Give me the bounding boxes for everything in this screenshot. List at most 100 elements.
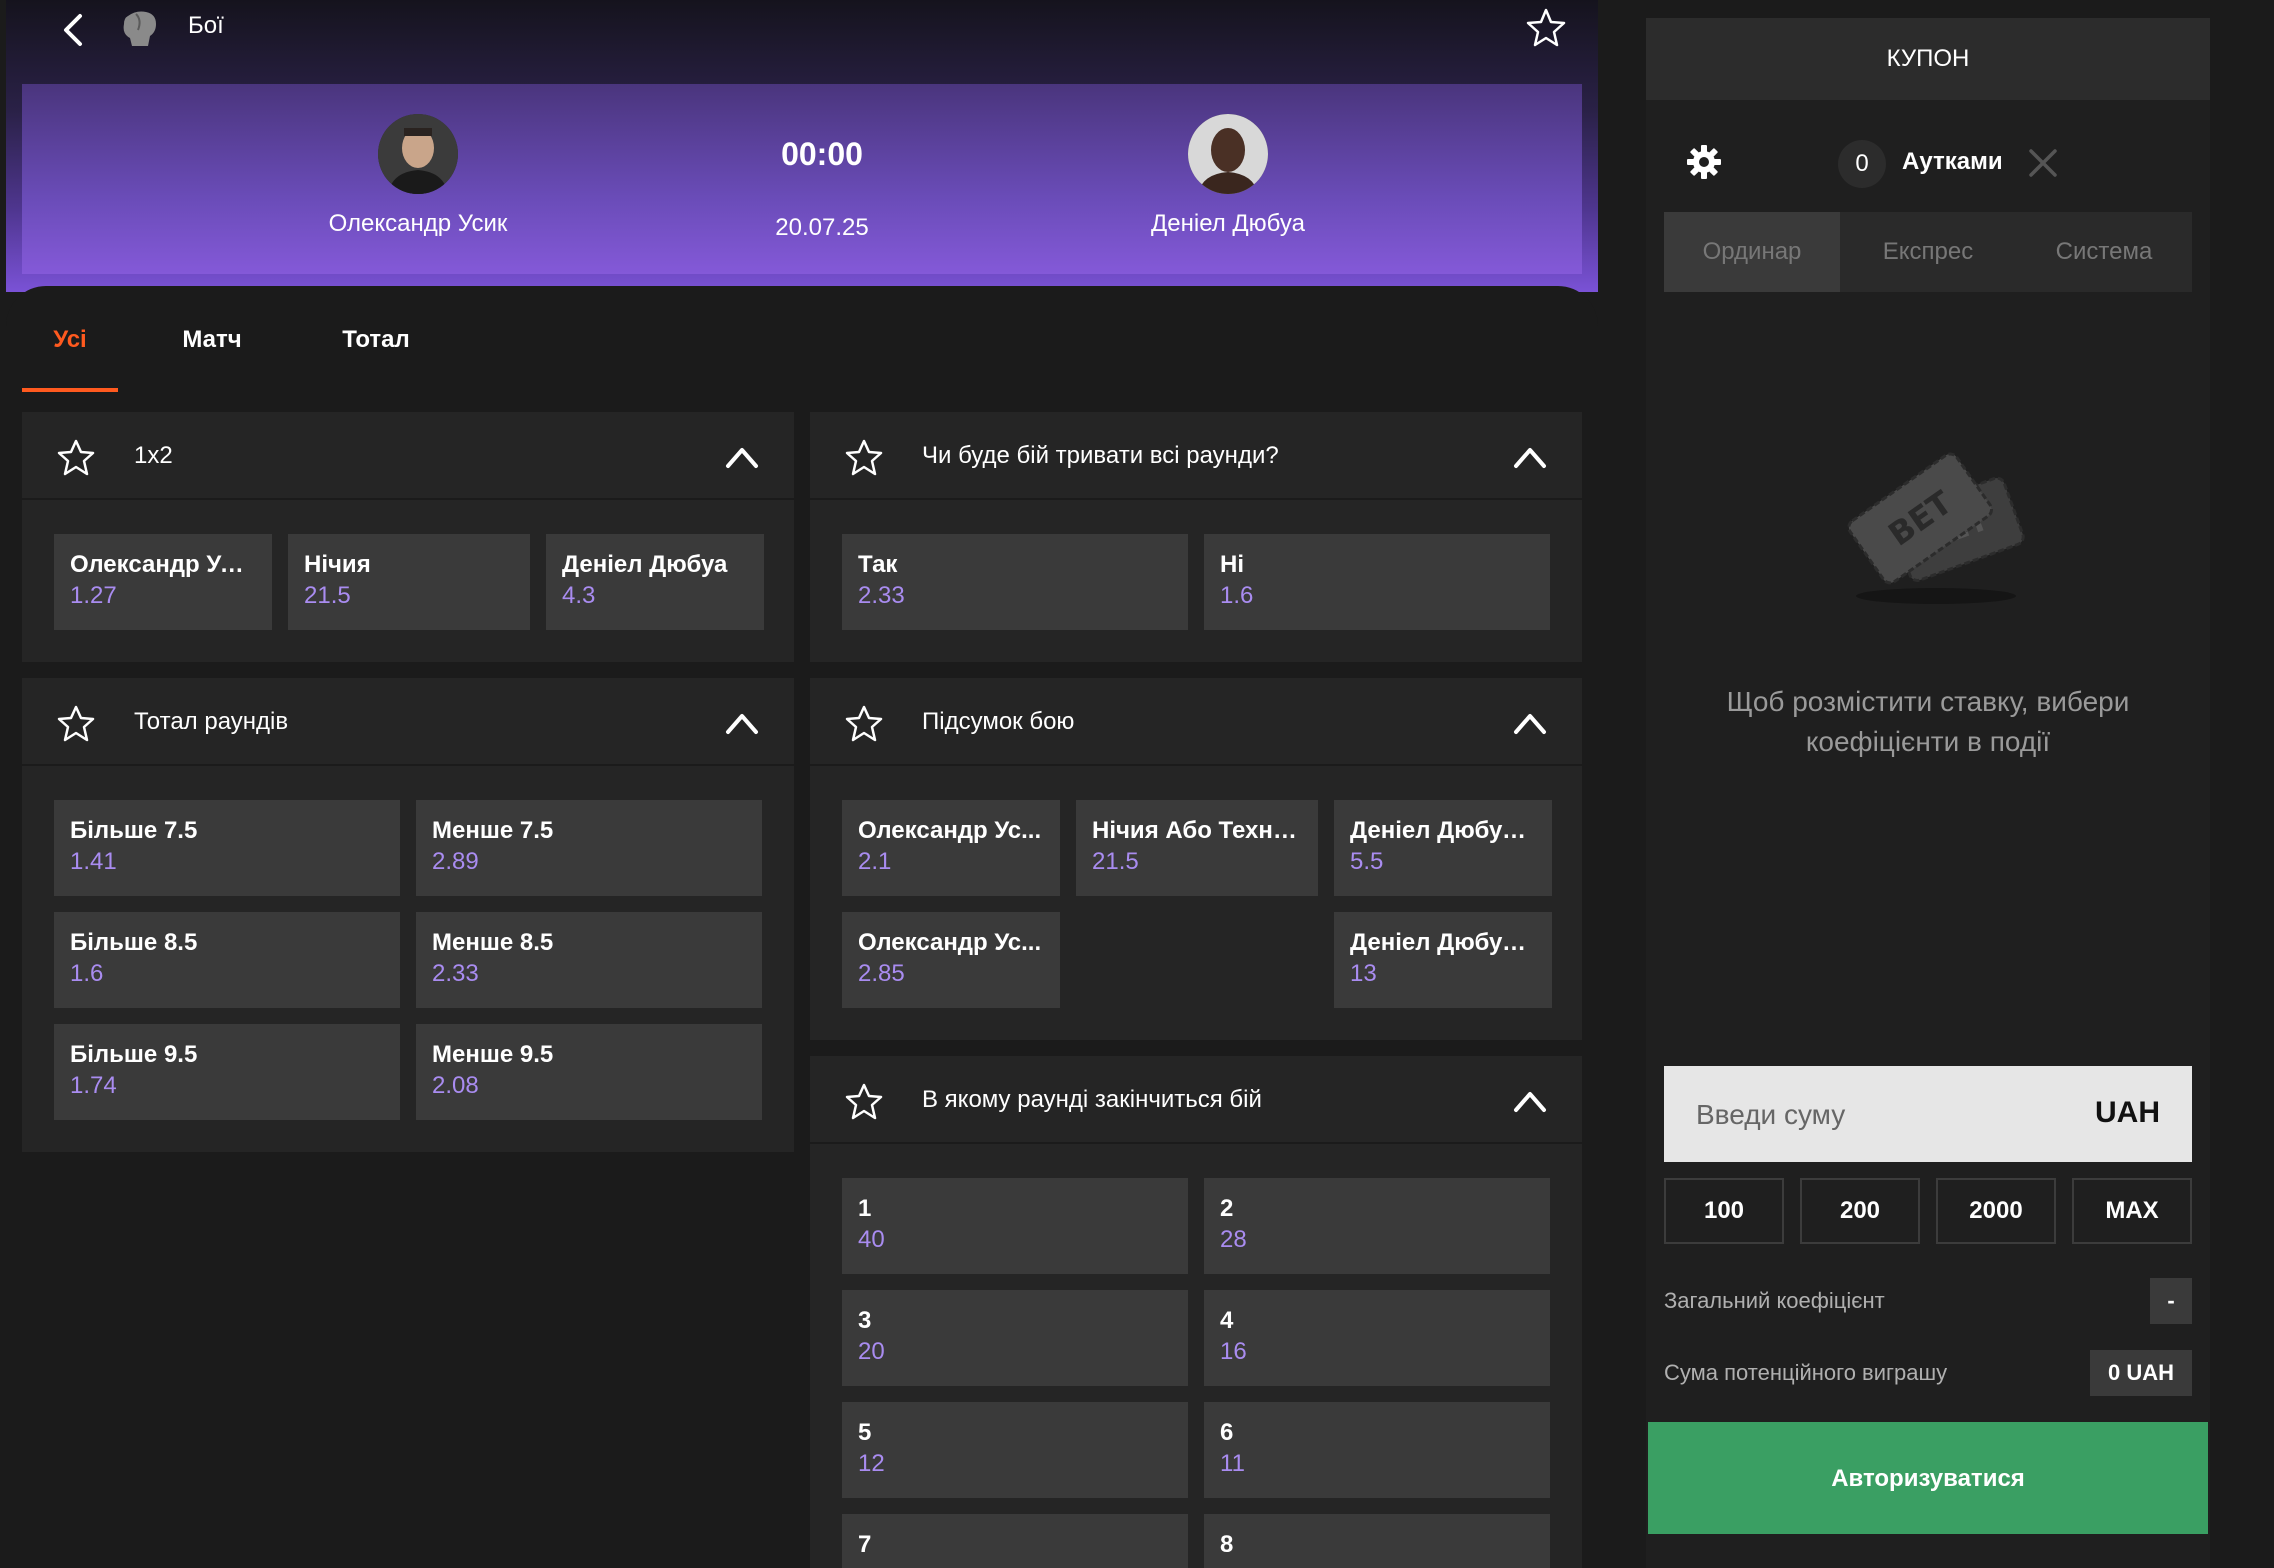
odd-button[interactable]: Менше 7.5 2.89 [416, 800, 762, 896]
tab-express[interactable]: Експрес [1840, 212, 2016, 292]
market-title: Чи буде бій тривати всі раунди? [922, 442, 1279, 469]
odd-name: Олександр Усик [70, 551, 256, 578]
chevron-up-icon[interactable] [724, 442, 760, 472]
odd-name: 6 [1220, 1419, 1234, 1446]
star-icon[interactable] [56, 438, 96, 478]
bet-coupon: КУПОН 0 Аутками Ординар Експрес Система … [1646, 18, 2210, 1568]
odd-name: Так [858, 551, 898, 578]
tab-match[interactable]: Матч [162, 316, 262, 388]
team-1-name: Олександр Усик [328, 210, 508, 237]
tab-system[interactable]: Система [2016, 212, 2192, 292]
market-header[interactable]: Чи буде бій тривати всі раунди? [810, 412, 1582, 500]
star-icon[interactable] [1524, 6, 1568, 50]
event-header: Бої Олександр Усик 00:00 20.07.25 Деніел… [6, 0, 1598, 292]
outs-label: Аутками [1902, 148, 2003, 175]
odd-button[interactable]: Ні 1.6 [1204, 534, 1550, 630]
odd-button[interactable]: 8 [1204, 1514, 1550, 1568]
odd-value: 13 [1350, 960, 1377, 987]
quick-amount-button[interactable]: 2000 [1936, 1178, 2056, 1244]
odd-button[interactable]: 1 40 [842, 1178, 1188, 1274]
odd-button[interactable]: Більше 9.5 1.74 [54, 1024, 400, 1120]
odd-button[interactable]: Деніел Дюбуа 4.3 [546, 534, 764, 630]
chevron-up-icon[interactable] [1512, 1086, 1548, 1116]
odd-value: 11 [1220, 1450, 1245, 1477]
odd-value: 1.6 [70, 960, 104, 987]
market-header[interactable]: Підсумок бою [810, 678, 1582, 766]
odd-name: Олександр Ус... [858, 929, 1042, 956]
chevron-up-icon[interactable] [724, 708, 760, 738]
quick-amount-button[interactable]: 100 [1664, 1178, 1784, 1244]
odd-value: 1.74 [70, 1072, 117, 1099]
odd-button[interactable]: Нічия 21.5 [288, 534, 530, 630]
tab-single[interactable]: Ординар [1664, 212, 1840, 292]
amount-input[interactable] [1664, 1066, 2098, 1164]
star-icon[interactable] [844, 704, 884, 744]
potential-win-value: 0 UAH [2090, 1350, 2192, 1396]
star-icon[interactable] [844, 438, 884, 478]
market-title: 1x2 [134, 442, 173, 469]
tab-all[interactable]: Усі [22, 316, 118, 392]
odd-value: 1.27 [70, 582, 117, 609]
avatar [378, 114, 458, 194]
potential-win-label: Сума потенційного виграшу [1664, 1360, 1948, 1385]
market-header[interactable]: В якому раунді закінчиться бій [810, 1056, 1582, 1144]
odd-button[interactable]: Олександр Усик 1.27 [54, 534, 272, 630]
tab-total[interactable]: Тотал [316, 316, 436, 388]
odd-name: 7 [858, 1531, 872, 1558]
market-header[interactable]: Тотал раундів [22, 678, 794, 766]
odd-button[interactable]: Олександр Ус... 2.85 [842, 912, 1060, 1008]
max-amount-button[interactable]: MAX [2072, 1178, 2192, 1244]
odd-value: 21.5 [304, 582, 351, 609]
odd-name: Деніел Дюбуа ... [1350, 817, 1536, 844]
market-round-end: В якому раунді закінчиться бій 1 40 2 28… [810, 1056, 1582, 1568]
odd-button[interactable]: Більше 8.5 1.6 [54, 912, 400, 1008]
star-icon[interactable] [844, 1082, 884, 1122]
amount-field[interactable]: UAH [1664, 1066, 2192, 1164]
odd-name: 1 [858, 1195, 872, 1222]
odd-name: Деніел Дюбуа ... [1350, 929, 1536, 956]
odd-button[interactable]: Менше 9.5 2.08 [416, 1024, 762, 1120]
odd-button[interactable]: Деніел Дюбуа ... 5.5 [1334, 800, 1552, 896]
market-header[interactable]: 1x2 [22, 412, 794, 500]
odd-button[interactable]: Менше 8.5 2.33 [416, 912, 762, 1008]
empty-coupon-message: Щоб розмістити ставку, вибери коефіцієнт… [1726, 686, 2130, 757]
odd-name: Деніел Дюбуа [562, 551, 728, 578]
odd-button[interactable]: Більше 7.5 1.41 [54, 800, 400, 896]
star-icon[interactable] [56, 704, 96, 744]
back-icon[interactable] [54, 10, 94, 50]
odd-value: 12 [858, 1450, 885, 1477]
odd-name: Олександр Ус... [858, 817, 1042, 844]
odd-button[interactable]: 5 12 [842, 1402, 1188, 1498]
odd-name: Більше 7.5 [70, 817, 198, 844]
odd-button[interactable]: 2 28 [1204, 1178, 1550, 1274]
odd-button[interactable]: 7 [842, 1514, 1188, 1568]
odd-button[interactable]: 3 20 [842, 1290, 1188, 1386]
team-2-name: Деніел Дюбуа [1151, 210, 1305, 237]
chevron-up-icon[interactable] [1512, 442, 1548, 472]
odd-name: Менше 8.5 [432, 929, 554, 956]
odd-value: 2.1 [858, 848, 892, 875]
login-button[interactable]: Авторизуватися [1648, 1422, 2208, 1534]
market-1x2: 1x2 Олександр Усик 1.27 Нічия 21.5 Деніе… [22, 412, 794, 662]
boxing-glove-icon [123, 11, 156, 46]
gear-icon[interactable] [1686, 144, 1722, 180]
odd-name: 3 [858, 1307, 872, 1334]
avatar [1188, 114, 1268, 194]
team-1: Олександр Усик [268, 114, 568, 238]
odd-button[interactable]: Нічия Або Техніч... 21.5 [1076, 800, 1318, 896]
odd-button[interactable]: Олександр Ус... 2.1 [842, 800, 1060, 896]
team-2: Деніел Дюбуа [1078, 114, 1378, 238]
event-time: 00:00 [781, 136, 863, 172]
odd-button[interactable]: 6 11 [1204, 1402, 1550, 1498]
odd-value: 2.33 [432, 960, 479, 987]
bet-type-tabs: Ординар Експрес Система [1664, 212, 2192, 292]
market-fight-result: Підсумок бою Олександр Ус... 2.1 Нічия А… [810, 678, 1582, 1040]
odd-name: Менше 9.5 [432, 1041, 554, 1068]
chevron-up-icon[interactable] [1512, 708, 1548, 738]
top-bar: Бої [6, 0, 1598, 56]
close-icon[interactable] [2026, 146, 2060, 180]
quick-amount-button[interactable]: 200 [1800, 1178, 1920, 1244]
odd-button[interactable]: Деніел Дюбуа ... 13 [1334, 912, 1552, 1008]
odd-button[interactable]: 4 16 [1204, 1290, 1550, 1386]
odd-button[interactable]: Так 2.33 [842, 534, 1188, 630]
